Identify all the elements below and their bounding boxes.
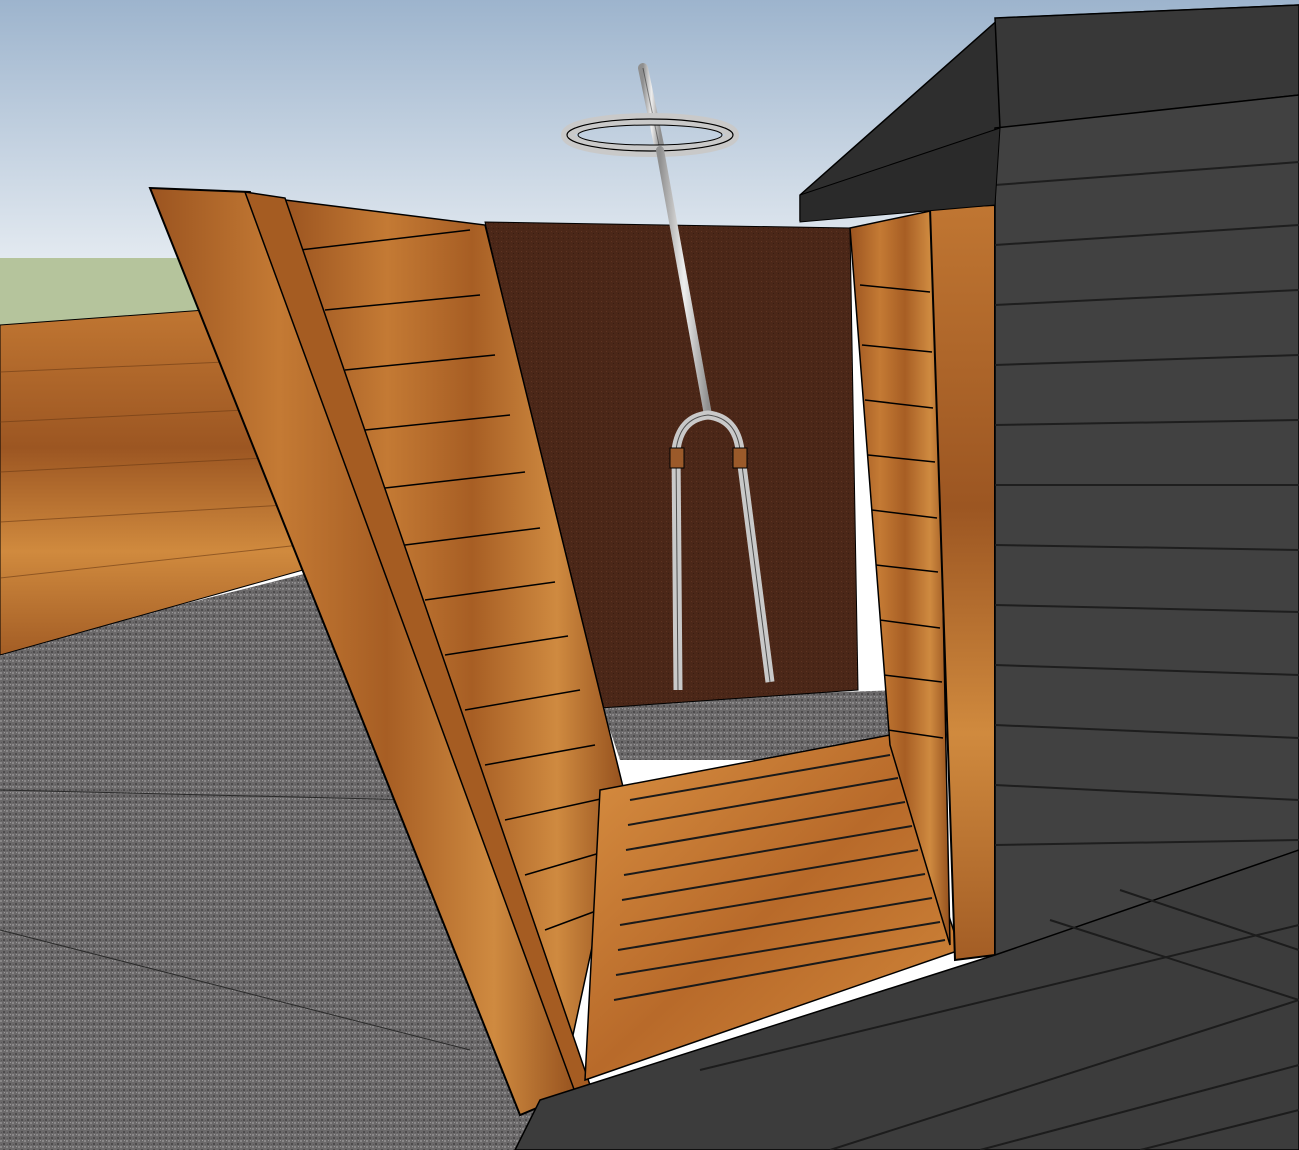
shower-scene	[0, 0, 1299, 1150]
cold-valve	[732, 447, 748, 469]
scene-drawing	[0, 0, 1299, 1150]
house-wall	[994, 94, 1299, 962]
hot-valve	[669, 447, 685, 469]
